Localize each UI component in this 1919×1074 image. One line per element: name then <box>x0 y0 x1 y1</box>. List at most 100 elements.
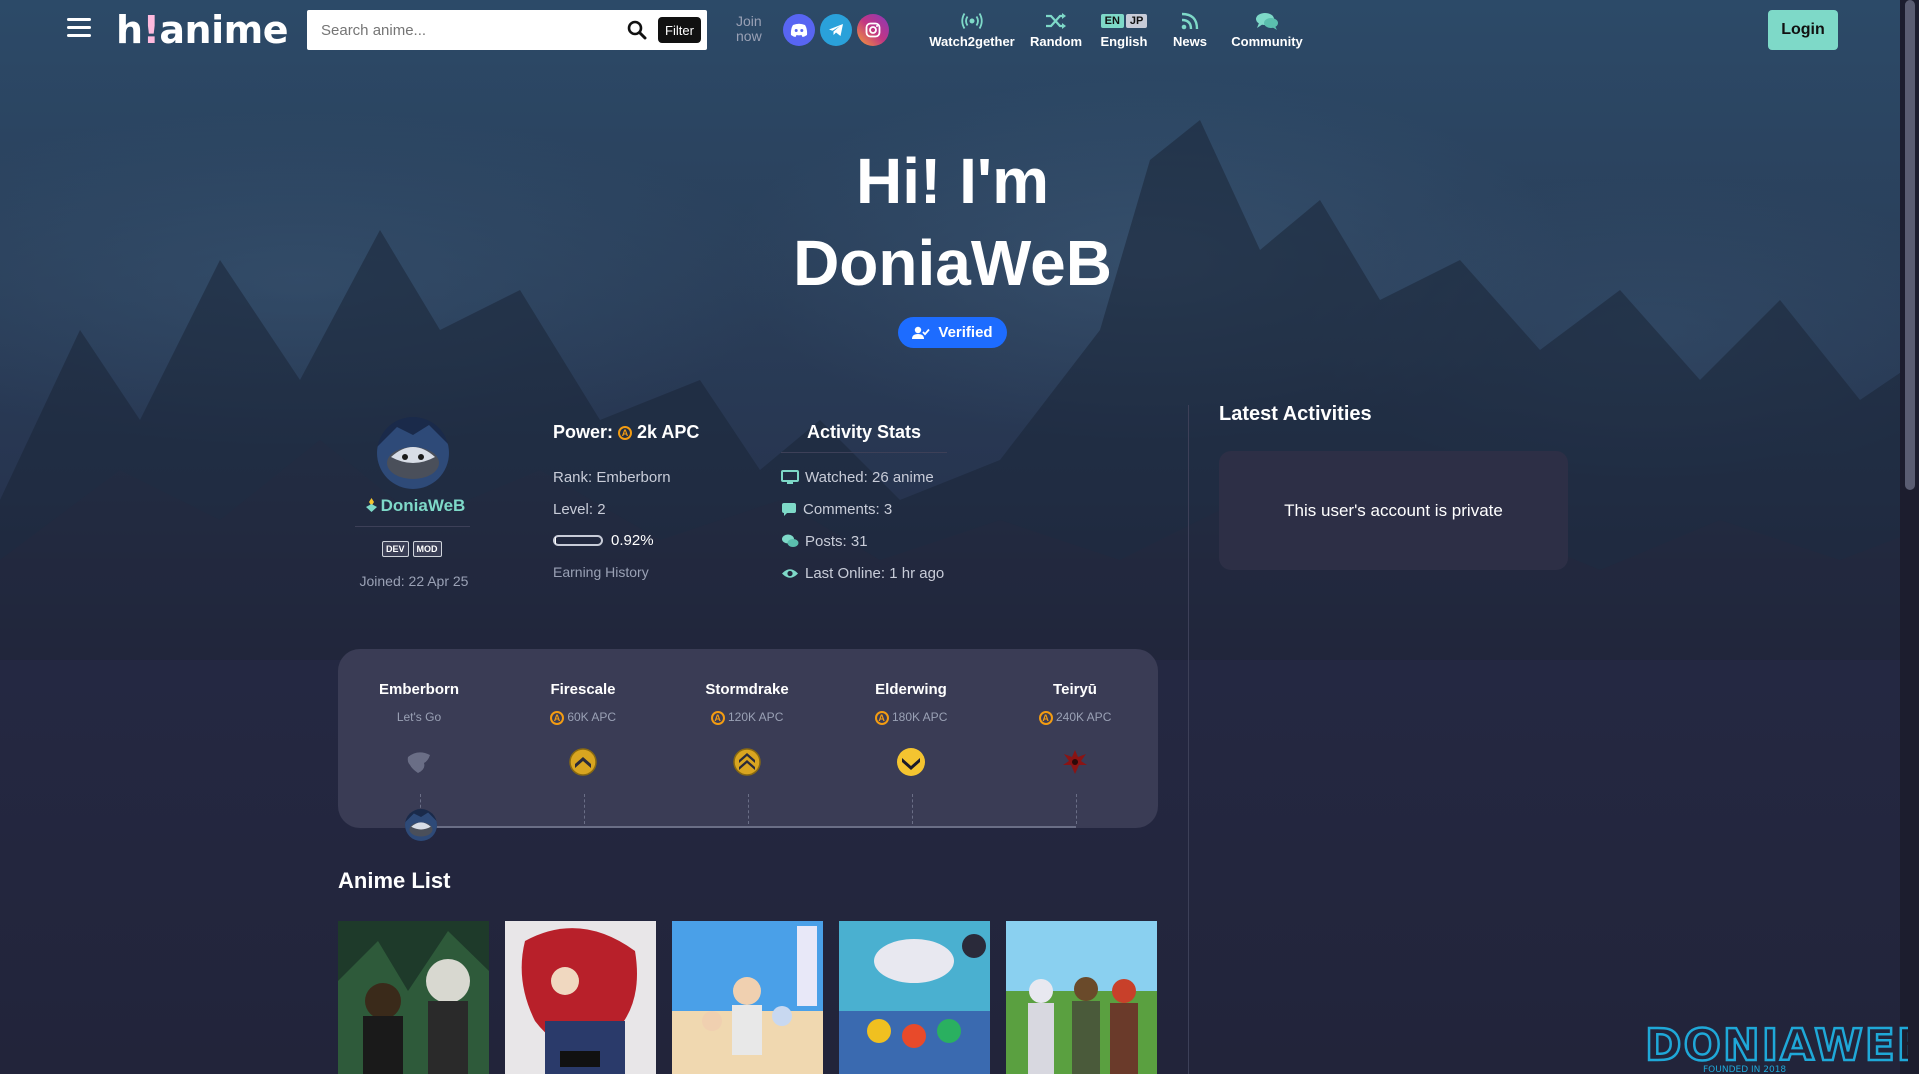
discord-icon <box>790 23 808 37</box>
hero-greeting-line1: Hi! I'm <box>856 145 1049 217</box>
search-box: Filter <box>307 10 707 50</box>
user-check-icon <box>912 326 931 339</box>
nav-community[interactable]: Community <box>1228 10 1306 49</box>
svg-text:FOUNDED IN 2018: FOUNDED IN 2018 <box>1703 1065 1786 1074</box>
comments-text: Comments: 3 <box>803 501 893 518</box>
search-input[interactable] <box>307 10 617 50</box>
level-progress-bar <box>553 535 603 546</box>
last-online-text: Last Online: 1 hr ago <box>805 565 945 582</box>
anime-poster[interactable] <box>338 921 489 1074</box>
nav-community-label: Community <box>1231 34 1303 49</box>
join-now-label: Join now <box>736 14 762 44</box>
rank-stormdrake: Stormdrake A 120K APC <box>682 681 812 725</box>
monitor-icon <box>781 470 799 484</box>
telegram-icon <box>829 24 843 36</box>
nav-language[interactable]: EN JP English <box>1094 10 1154 49</box>
discord-link[interactable] <box>783 14 815 46</box>
lang-jp-toggle[interactable]: JP <box>1125 14 1148 28</box>
rank-name: Emberborn <box>378 681 459 698</box>
column-divider <box>1188 405 1189 1074</box>
avatar-image <box>405 809 437 841</box>
shuffle-icon <box>1046 13 1066 29</box>
red-dragon-icon <box>1063 750 1087 774</box>
apc-coin-icon: A <box>710 710 725 725</box>
nav-random[interactable]: Random <box>1028 10 1084 49</box>
anime-list-heading: Anime List <box>338 868 451 893</box>
hero-greeting-username: DoniaWeB <box>793 227 1112 299</box>
hero-greeting: Hi! I'm DoniaWeB <box>680 140 1225 304</box>
gold-wing-badge-icon <box>897 748 925 776</box>
login-button[interactable]: Login <box>1768 10 1838 50</box>
filter-button[interactable]: Filter <box>658 17 701 43</box>
verified-label: Verified <box>938 324 993 341</box>
rank-requirement: A 120K APC <box>682 710 812 725</box>
profile-avatar[interactable] <box>377 417 449 489</box>
posts-icon <box>782 534 799 547</box>
rank-tick <box>1076 794 1077 824</box>
rank-requirement: A 240K APC <box>1010 710 1140 725</box>
search-icon[interactable] <box>627 20 647 40</box>
nav-news[interactable]: News <box>1168 10 1212 49</box>
comments-stat: Comments: 3 <box>781 501 892 518</box>
double-chevron-badge-icon <box>733 748 761 776</box>
rank-teiryu: Teiryū A 240K APC <box>1010 681 1140 725</box>
current-rank-avatar-marker <box>405 809 437 841</box>
nav-watch2gether-label: Watch2gether <box>929 34 1015 49</box>
poster-image <box>672 921 823 1074</box>
rank-tick <box>748 794 749 824</box>
role-badges: DEV MOD <box>382 541 442 557</box>
rank-requirement-text: 120K APC <box>727 710 784 724</box>
rank-emberborn: Emberborn Let's Go <box>354 681 484 724</box>
apc-coin-icon: A <box>618 426 633 441</box>
top-navbar: h!anime Filter Join now Watch2gether Ran… <box>0 0 1900 60</box>
nav-language-label: English <box>1100 34 1148 49</box>
anime-poster[interactable] <box>672 921 823 1074</box>
activity-stats-heading: Activity Stats <box>806 422 922 442</box>
poster-image <box>505 921 656 1074</box>
eye-icon <box>782 569 798 578</box>
activity-divider <box>781 452 947 453</box>
anime-poster[interactable] <box>505 921 656 1074</box>
hamburger-menu-icon[interactable] <box>67 18 91 40</box>
comment-icon <box>782 503 796 516</box>
broadcast-icon <box>961 13 983 29</box>
nav-random-label: Random <box>1030 34 1082 49</box>
rank-firescale: Firescale A 60K APC <box>518 681 648 725</box>
private-account-card: This user's account is private <box>1219 451 1568 570</box>
rank-requirement: A 180K APC <box>846 710 976 725</box>
latest-activities-heading: Latest Activities <box>1219 403 1372 425</box>
joined-date: Joined: 22 Apr 25 <box>359 573 469 589</box>
anime-poster[interactable] <box>839 921 990 1074</box>
telegram-link[interactable] <box>820 14 852 46</box>
site-logo[interactable]: h!anime <box>116 8 288 52</box>
poster-image <box>1006 921 1157 1074</box>
profile-username: DoniaWeB <box>355 496 475 516</box>
doniaweb-watermark-logo: DONIAWEB FOUNDED IN 2018 <box>1644 1019 1908 1074</box>
dragon-head-icon <box>407 752 430 773</box>
instagram-link[interactable] <box>857 14 889 46</box>
rank-elderwing: Elderwing A 180K APC <box>846 681 976 725</box>
earning-history-link[interactable]: Earning History <box>553 564 649 580</box>
anime-poster[interactable] <box>1006 921 1157 1074</box>
scrollbar-thumb[interactable] <box>1905 0 1915 490</box>
apc-coin-icon: A <box>549 710 564 725</box>
chat-bubbles-icon <box>1256 13 1278 30</box>
apc-coin-icon: A <box>1038 710 1053 725</box>
svg-text:DONIAWEB: DONIAWEB <box>1645 1020 1908 1071</box>
rank-tick <box>584 794 585 824</box>
instagram-icon <box>865 22 881 38</box>
rank-requirement-text: 180K APC <box>891 710 948 724</box>
level-progress-text: 0.92% <box>611 532 654 549</box>
rank-name: Teiryū <box>1053 681 1097 698</box>
rank-requirement-text: 240K APC <box>1055 710 1112 724</box>
rank-name: Firescale <box>550 681 616 698</box>
page-scrollbar[interactable] <box>1900 0 1919 1074</box>
lang-en-toggle[interactable]: EN <box>1100 14 1124 28</box>
chevron-badge-icon <box>569 748 597 776</box>
rank-requirement: A 60K APC <box>518 710 648 725</box>
mod-badge: MOD <box>412 541 442 557</box>
logo-text-bang: ! <box>142 8 160 52</box>
poster-image <box>839 921 990 1074</box>
rank-text: Rank: Emberborn <box>553 469 671 486</box>
nav-watch2gether[interactable]: Watch2gether <box>928 10 1016 49</box>
